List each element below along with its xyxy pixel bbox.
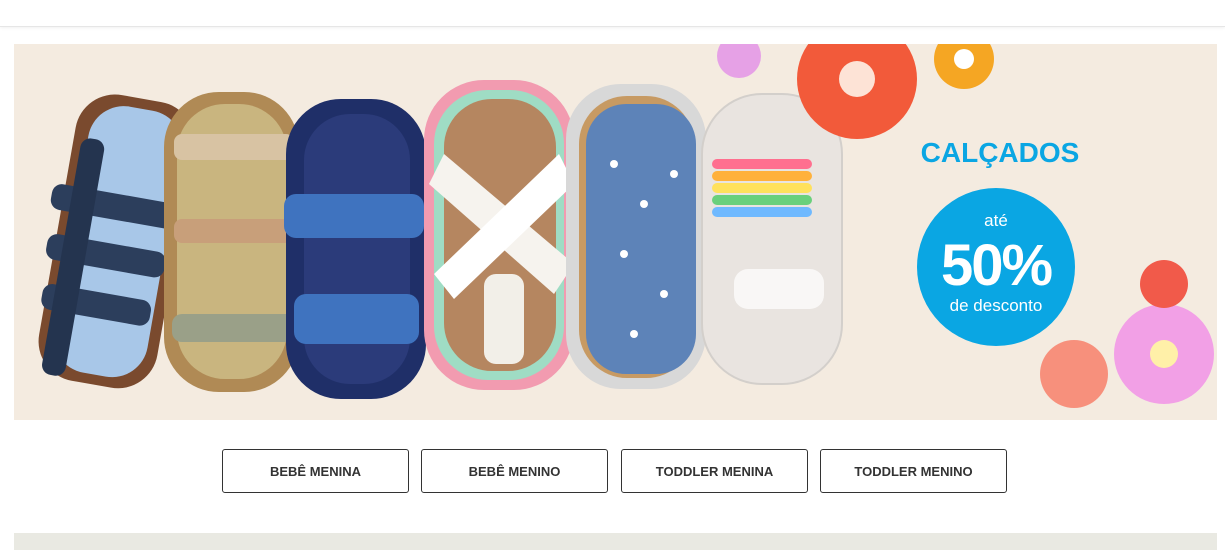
category-button-bebe-menino[interactable]: BEBÊ MENINO: [421, 449, 608, 493]
badge-percentage: 50%: [940, 233, 1053, 298]
promo-title: CALÇADOS: [920, 137, 1080, 168]
sandal-floral: [566, 84, 706, 389]
badge-top-text: até: [984, 211, 1008, 230]
badge-bottom-text: de desconto: [949, 296, 1043, 315]
category-button-toddler-menino[interactable]: TODDLER MENINO: [820, 449, 1007, 493]
next-banner-preview[interactable]: [14, 533, 1217, 550]
sandal-clear: [701, 93, 843, 385]
site-header: [0, 0, 1225, 27]
sandal-white: [424, 80, 574, 390]
sandal-tan: [164, 92, 299, 392]
category-button-bebe-menina[interactable]: BEBÊ MENINA: [222, 449, 409, 493]
sandal-blue: [284, 99, 426, 399]
category-button-toddler-menina[interactable]: TODDLER MENINA: [621, 449, 808, 493]
discount-badge: até 50% de desconto: [917, 188, 1075, 346]
promo-banner[interactable]: CALÇADOS até 50% de desconto: [14, 44, 1217, 420]
